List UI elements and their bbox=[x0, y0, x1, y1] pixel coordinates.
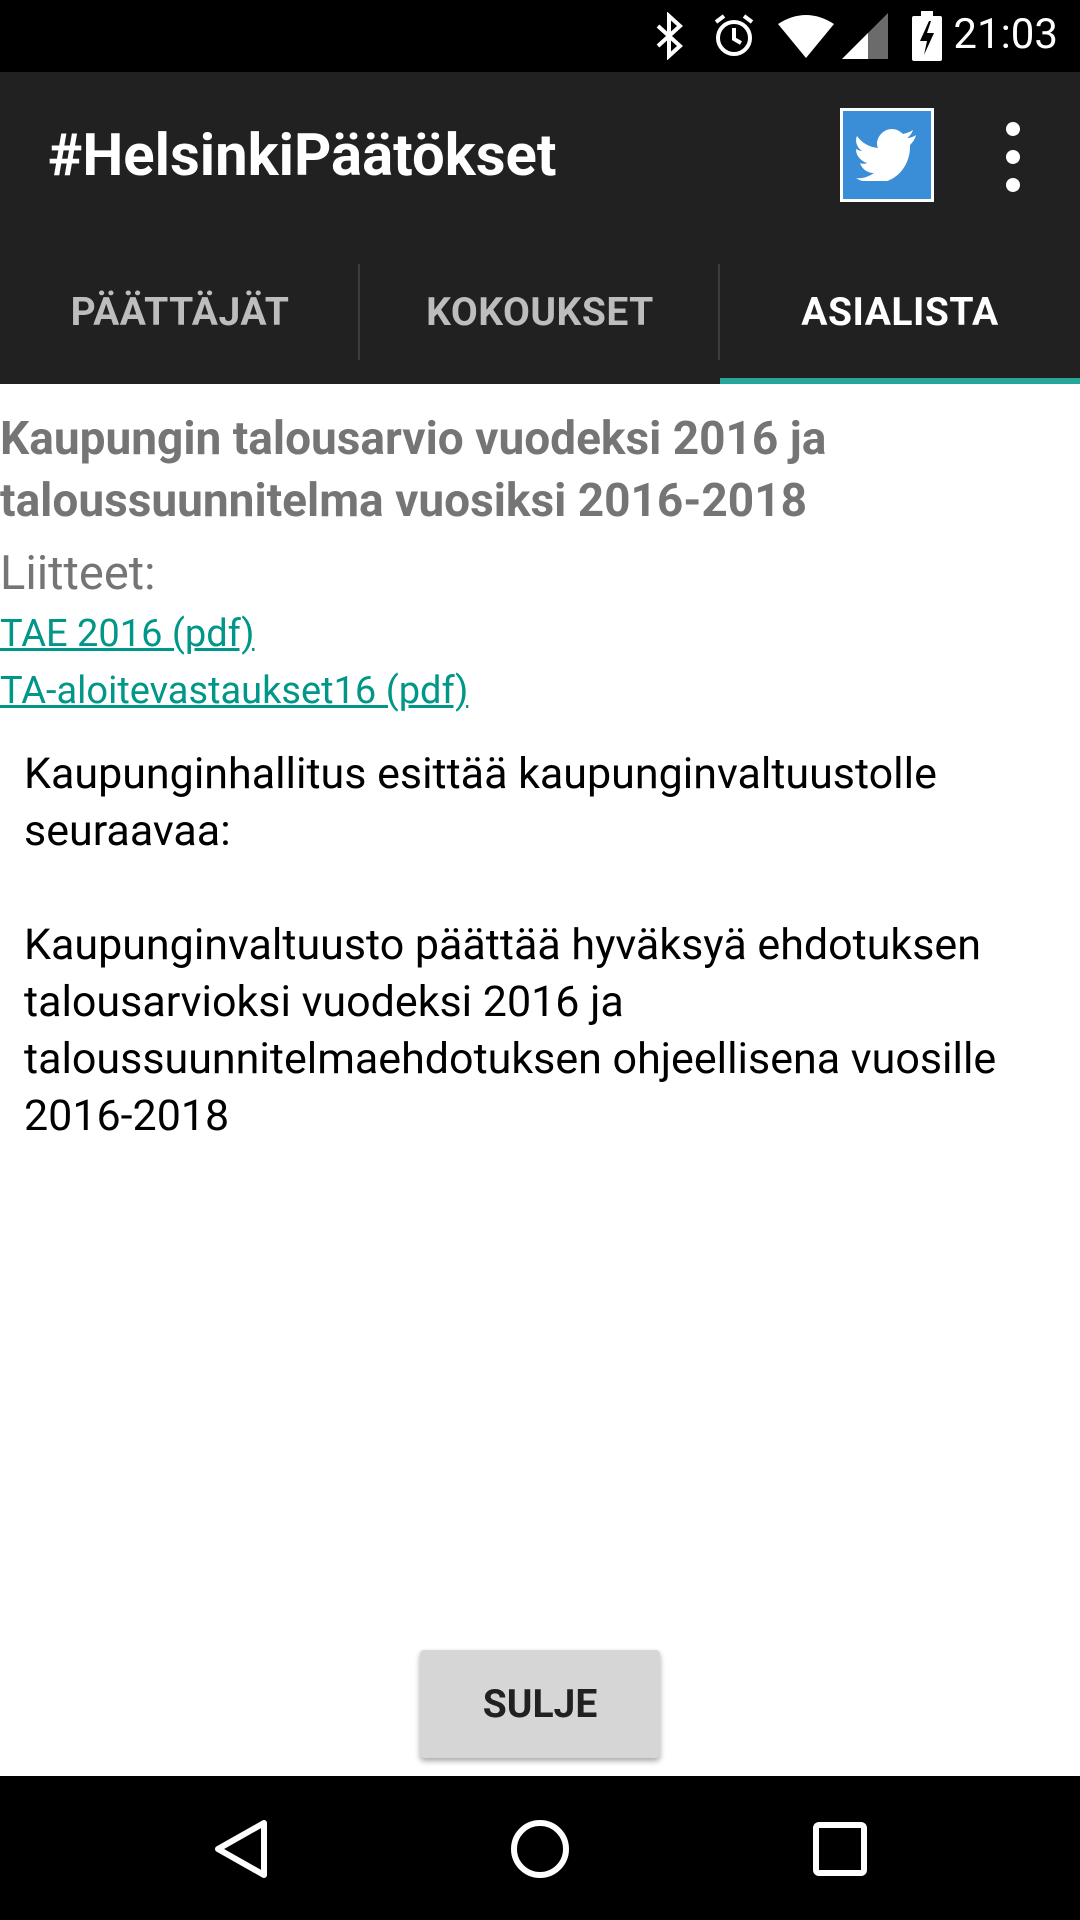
home-icon bbox=[511, 1820, 569, 1878]
document-title: Kaupungin talousarvio vuodeksi 2016 ja t… bbox=[0, 412, 827, 528]
overflow-menu-icon bbox=[1006, 122, 1020, 136]
home-button[interactable] bbox=[505, 1814, 575, 1884]
agenda-item-detail: Kaupungin talousarvio vuodeksi 2016 ja t… bbox=[0, 384, 1080, 1145]
bluetooth-icon bbox=[656, 12, 683, 60]
recents-button[interactable] bbox=[805, 1814, 875, 1884]
twitter-share-button[interactable] bbox=[840, 108, 934, 202]
overflow-menu-button[interactable] bbox=[990, 122, 1036, 192]
wifi-icon bbox=[778, 15, 834, 58]
status-bar: 21:03 bbox=[0, 0, 1080, 72]
twitter-icon bbox=[856, 129, 916, 181]
document-body: Kaupunginhallitus esittää kaupunginvaltu… bbox=[24, 746, 1060, 1145]
status-time: 21:03 bbox=[953, 10, 1058, 59]
tab-kokoukset[interactable]: KOKOUKSET bbox=[360, 240, 720, 384]
back-icon bbox=[215, 1820, 267, 1878]
alarm-icon bbox=[714, 14, 754, 56]
overflow-dot bbox=[1006, 178, 1020, 192]
cell-signal-icon bbox=[842, 13, 888, 59]
tab-bar: PÄÄTTÄJÄT KOKOUKSET ASIALISTA bbox=[0, 240, 1080, 384]
tab-paattajat[interactable]: PÄÄTTÄJÄT bbox=[0, 240, 360, 384]
close-button[interactable]: SULJE bbox=[420, 1650, 660, 1758]
attachment-link-tae-2016[interactable]: TAE 2016 (pdf) bbox=[0, 606, 1080, 663]
battery-charging-icon bbox=[912, 11, 942, 61]
attachments-label: Liitteet: bbox=[0, 546, 156, 601]
tab-label: KOKOUKSET bbox=[426, 289, 654, 335]
tab-asialista[interactable]: ASIALISTA bbox=[720, 240, 1080, 384]
back-button[interactable] bbox=[205, 1814, 275, 1884]
body-paragraph: Kaupunginhallitus esittää kaupunginvaltu… bbox=[24, 749, 937, 856]
app-title: #HelsinkiPäätökset bbox=[48, 122, 557, 190]
overflow-dot bbox=[1006, 150, 1020, 164]
tab-label: ASIALISTA bbox=[801, 289, 999, 335]
attachment-link-ta-aloitevastaukset[interactable]: TA-aloitevastaukset16 (pdf) bbox=[0, 663, 1080, 720]
app-bar: #HelsinkiPäätökset bbox=[0, 72, 1080, 240]
body-paragraph: Kaupunginvaltuusto päättää hyväksyä ehdo… bbox=[24, 920, 997, 1141]
tab-label: PÄÄTTÄJÄT bbox=[70, 289, 290, 335]
navigation-bar bbox=[0, 1776, 1080, 1920]
recents-icon bbox=[813, 1822, 867, 1876]
status-icons bbox=[650, 0, 942, 72]
